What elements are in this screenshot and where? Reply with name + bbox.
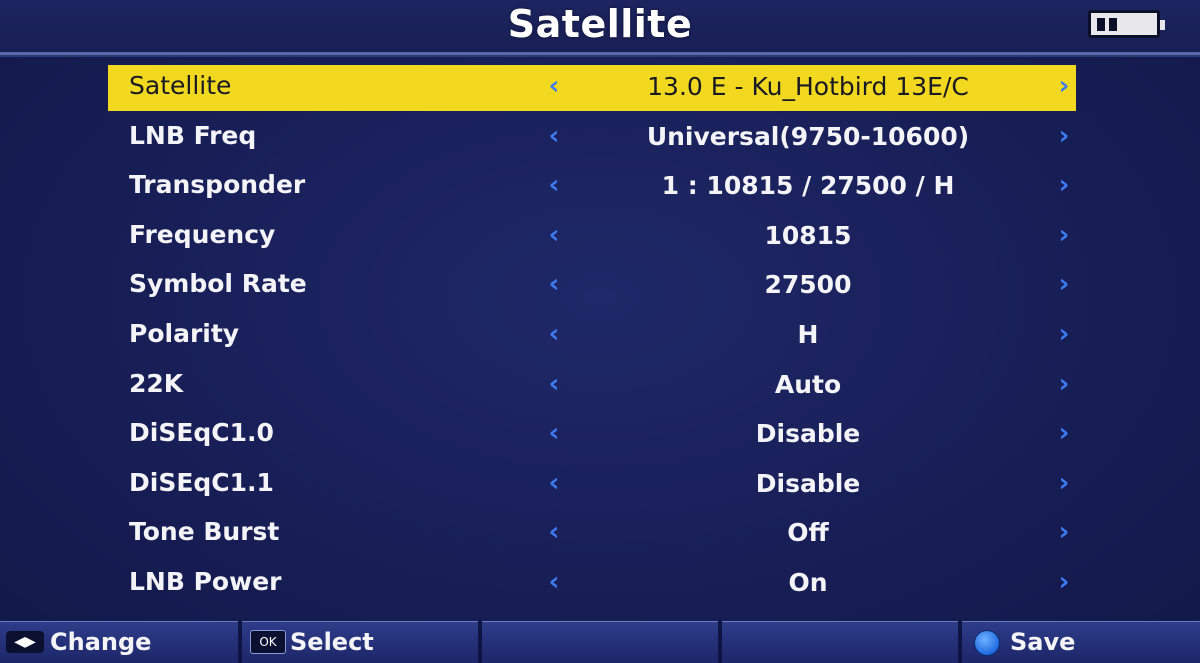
row-value: On [788,567,828,597]
arrow-right-icon[interactable]: › [1052,319,1076,349]
save-label: Save [1010,628,1076,656]
menu-row-lnb-power[interactable]: LNB Power ‹ On › [108,561,1076,611]
arrow-right-icon[interactable]: › [1052,220,1076,250]
page-title: Satellite [507,2,693,46]
battery-icon [1088,10,1165,38]
arrow-right-icon[interactable]: › [1052,170,1076,200]
ok-key-icon: OK [250,630,286,654]
change-label: Change [50,628,152,656]
row-label: DiSEqC1.0 [129,418,274,448]
arrow-left-icon[interactable]: ‹ [542,418,566,448]
satellite-menu-screen: Satellite Satellite ‹ 13.0 E - Ku_Hotbir… [0,0,1200,663]
row-value: 27500 [764,270,852,300]
menu-row-transponder[interactable]: Transponder ‹ 1 : 10815 / 27500 / H › [108,164,1076,214]
row-label: LNB Power [129,566,282,596]
save-button[interactable]: Save [962,621,1200,663]
row-value: Disable [755,419,861,449]
left-right-key-icon: ◀▶ [6,631,44,653]
arrow-left-icon[interactable]: ‹ [542,369,566,399]
arrow-left-icon[interactable]: ‹ [542,220,566,250]
arrow-right-icon[interactable]: › [1052,121,1076,151]
row-label: DiSEqC1.1 [129,467,274,497]
menu-row-satellite[interactable]: Satellite ‹ 13.0 E - Ku_Hotbird 13E/C › [108,65,1076,111]
menu-row-lnb-freq[interactable]: LNB Freq ‹ Universal(9750-10600) › [108,115,1076,165]
row-value: 10815 [764,220,852,250]
change-key-hint[interactable]: ◀▶ Change [0,621,238,663]
menu-row-diseqc-1-0[interactable]: DiSEqC1.0 ‹ Disable › [108,412,1076,462]
arrow-right-icon[interactable]: › [1052,269,1076,299]
arrow-left-icon[interactable]: ‹ [542,567,566,597]
arrow-right-icon[interactable]: › [1052,567,1076,597]
select-key-hint[interactable]: OK Select [242,621,478,663]
menu-row-diseqc-1-1[interactable]: DiSEqC1.1 ‹ Disable › [108,462,1076,512]
arrow-right-icon[interactable]: › [1052,418,1076,448]
row-label: 22K [129,368,184,398]
arrow-left-icon[interactable]: ‹ [542,71,566,101]
menu-row-frequency[interactable]: Frequency ‹ 10815 › [108,214,1076,264]
row-label: Satellite [129,71,232,100]
row-label: Polarity [129,318,240,348]
menu-row-symbol-rate[interactable]: Symbol Rate ‹ 27500 › [108,263,1076,313]
header-bar: Satellite [0,0,1200,55]
arrow-left-icon[interactable]: ‹ [542,269,566,299]
row-label: Symbol Rate [129,269,307,299]
arrow-right-icon[interactable]: › [1052,369,1076,399]
row-label: Transponder [129,170,306,200]
settings-list: Satellite ‹ 13.0 E - Ku_Hotbird 13E/C › … [108,65,1076,611]
arrow-left-icon[interactable]: ‹ [542,170,566,200]
empty-key-slot [722,621,958,663]
arrow-right-icon[interactable]: › [1052,517,1076,547]
blue-button-icon [974,630,1000,656]
arrow-right-icon[interactable]: › [1052,71,1076,101]
row-value: 13.0 E - Ku_Hotbird 13E/C [647,72,969,101]
menu-row-polarity[interactable]: Polarity ‹ H › [108,313,1076,363]
row-label: Frequency [129,219,276,249]
row-value: Off [787,518,829,548]
empty-key-slot [482,621,718,663]
menu-row-tone-burst[interactable]: Tone Burst ‹ Off › [108,511,1076,561]
arrow-left-icon[interactable]: ‹ [542,319,566,349]
row-value: 1 : 10815 / 27500 / H [661,171,955,201]
row-value: Universal(9750-10600) [646,121,970,151]
row-value: H [797,319,819,349]
arrow-left-icon[interactable]: ‹ [542,468,566,498]
row-value: Disable [755,468,861,498]
select-label: Select [290,628,374,656]
footer-key-bar: ◀▶ Change OK Select Save [0,621,1200,663]
row-value: Auto [774,369,842,399]
row-label: Tone Burst [129,517,280,547]
arrow-left-icon[interactable]: ‹ [542,121,566,151]
arrow-left-icon[interactable]: ‹ [542,517,566,547]
row-label: LNB Freq [129,120,257,150]
arrow-right-icon[interactable]: › [1052,468,1076,498]
menu-row-22k[interactable]: 22K ‹ Auto › [108,363,1076,413]
